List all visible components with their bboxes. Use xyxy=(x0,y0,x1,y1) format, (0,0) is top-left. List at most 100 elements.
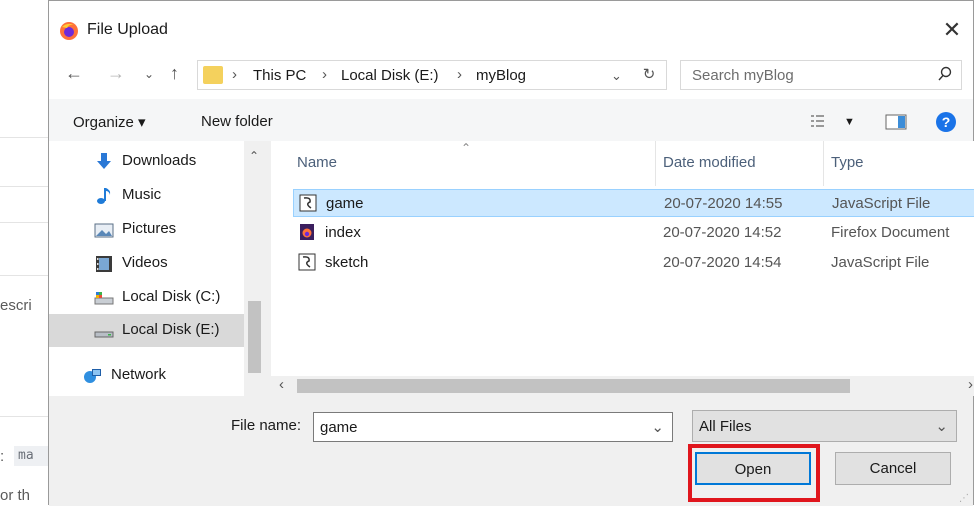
breadcrumb-myblog[interactable]: myBlog xyxy=(476,67,526,84)
download-icon xyxy=(97,153,111,169)
music-icon xyxy=(97,188,111,204)
chevron-right-icon: › xyxy=(457,66,462,83)
breadcrumb-this-pc[interactable]: This PC xyxy=(253,67,306,84)
sidebar-item-label: Music xyxy=(122,186,162,203)
sort-ascending-icon: ⌃ xyxy=(461,141,472,155)
firefox-icon xyxy=(60,22,78,40)
toolbar: Organize ▾ New folder ▼ ? xyxy=(49,99,973,141)
address-bar[interactable]: › This PC › Local Disk (E:) › myBlog ⌄ xyxy=(197,60,667,90)
chevron-right-icon: › xyxy=(232,66,237,83)
column-divider xyxy=(823,141,824,186)
file-name: index xyxy=(325,224,361,241)
bg-divider xyxy=(0,275,48,276)
javascript-file-icon xyxy=(298,253,316,271)
sidebar-item-label: Downloads xyxy=(122,152,197,169)
drive-icon xyxy=(94,331,114,338)
file-type: JavaScript File xyxy=(831,254,930,271)
file-date: 20-07-2020 14:55 xyxy=(664,195,783,212)
network-icon xyxy=(84,369,101,383)
bg-text: or th xyxy=(0,487,31,504)
breadcrumb-local-disk-e[interactable]: Local Disk (E:) xyxy=(341,67,439,84)
back-arrow-icon[interactable]: ← xyxy=(65,63,83,84)
bg-divider xyxy=(0,186,48,187)
drive-icon xyxy=(94,292,114,305)
sidebar-item-local-disk-e[interactable]: Local Disk (E:) xyxy=(49,314,244,347)
pictures-icon xyxy=(94,223,114,238)
file-row-game[interactable]: game 20-07-2020 14:55 JavaScript File xyxy=(293,189,974,217)
sidebar-item-downloads[interactable]: Downloads xyxy=(49,145,244,178)
chevron-right-icon: › xyxy=(322,66,327,83)
view-dropdown-icon[interactable]: ▼ xyxy=(844,116,855,128)
sidebar-item-label: Local Disk (C:) xyxy=(122,288,221,305)
column-divider xyxy=(655,141,656,186)
firefox-document-icon xyxy=(300,224,314,240)
bg-divider xyxy=(0,137,48,138)
videos-icon xyxy=(96,256,112,272)
file-date: 20-07-2020 14:54 xyxy=(663,254,782,271)
search-box[interactable]: Search myBlog xyxy=(680,60,962,90)
bg-divider xyxy=(0,222,48,223)
file-type-filter[interactable]: All Files ⌄ xyxy=(692,410,957,442)
javascript-file-icon xyxy=(299,194,317,212)
resize-grip-icon[interactable]: ⋰ xyxy=(959,493,969,504)
scroll-left-icon[interactable]: ‹ xyxy=(279,376,284,393)
sidebar-item-label: Network xyxy=(111,366,167,383)
bg-text: escri xyxy=(0,297,32,314)
bg-text: : xyxy=(0,448,5,465)
up-arrow-icon[interactable]: ↑ xyxy=(170,63,179,84)
bg-code: ma xyxy=(14,446,50,466)
sidebar-item-label: Pictures xyxy=(122,220,177,237)
forward-arrow-icon[interactable]: → xyxy=(107,63,125,84)
chevron-down-icon[interactable]: ⌄ xyxy=(935,417,948,435)
file-name-label: File name: xyxy=(231,417,302,434)
sidebar-item-network[interactable]: Network xyxy=(49,359,244,392)
column-header-date-modified[interactable]: Date modified xyxy=(663,154,756,171)
scroll-right-icon[interactable]: › xyxy=(968,376,973,393)
file-type: Firefox Document xyxy=(831,224,950,241)
sidebar-item-videos[interactable]: Videos xyxy=(49,247,244,280)
file-name-value[interactable]: game xyxy=(320,419,358,436)
search-icon[interactable] xyxy=(937,66,953,82)
file-list: ⌃ Name Date modified Type game 20-07-202… xyxy=(271,141,974,396)
view-options-icon[interactable] xyxy=(810,113,830,129)
sidebar-item-label: Local Disk (E:) xyxy=(122,321,220,338)
column-header-name[interactable]: Name xyxy=(297,154,337,171)
file-row-sketch[interactable]: sketch 20-07-2020 14:54 JavaScript File xyxy=(293,249,974,277)
address-dropdown-icon[interactable]: ⌄ xyxy=(611,68,622,84)
file-name: sketch xyxy=(325,254,369,271)
sidebar-item-local-disk-c[interactable]: Local Disk (C:) xyxy=(49,281,244,314)
search-input[interactable]: Search myBlog xyxy=(692,67,794,84)
title-bar: File Upload ✕ xyxy=(49,1,973,51)
scrollbar-thumb[interactable] xyxy=(248,301,261,373)
file-date: 20-07-2020 14:52 xyxy=(663,224,782,241)
scrollbar-thumb[interactable] xyxy=(297,379,850,393)
navigation-scrollbar[interactable]: ⌃ ⌄ xyxy=(244,141,264,396)
cancel-button[interactable]: Cancel xyxy=(835,452,951,485)
file-row-index[interactable]: index 20-07-2020 14:52 Firefox Document xyxy=(293,219,974,247)
sidebar-item-label: Videos xyxy=(122,254,168,271)
sidebar-item-pictures[interactable]: Pictures xyxy=(49,213,244,246)
dialog-title: File Upload xyxy=(87,21,168,38)
file-name: game xyxy=(326,195,364,212)
preview-pane-icon[interactable] xyxy=(885,114,907,130)
navigation-bar: ← → ⌄ ↑ › This PC › Local Disk (E:) › my… xyxy=(49,51,973,99)
recent-locations-chevron-icon[interactable]: ⌄ xyxy=(144,67,154,81)
file-name-input[interactable]: game ⌄ xyxy=(313,412,673,442)
organize-menu[interactable]: Organize ▾ xyxy=(73,113,146,131)
file-type-filter-value[interactable]: All Files xyxy=(699,418,752,435)
chevron-down-icon[interactable]: ⌄ xyxy=(651,418,664,436)
file-list-scrollbar[interactable]: ‹ › xyxy=(244,376,974,396)
folder-icon xyxy=(203,66,223,84)
scroll-up-icon[interactable]: ⌃ xyxy=(244,149,264,163)
file-upload-dialog: File Upload ✕ ← → ⌄ ↑ › This PC › Local … xyxy=(48,0,974,506)
refresh-icon[interactable]: ↻ xyxy=(638,60,660,90)
close-button[interactable]: ✕ xyxy=(937,15,967,45)
column-header-type[interactable]: Type xyxy=(831,154,864,171)
help-icon[interactable]: ? xyxy=(936,112,956,132)
new-folder-button[interactable]: New folder xyxy=(201,113,273,130)
file-type: JavaScript File xyxy=(832,195,931,212)
navigation-pane: Downloads Music Pictures Videos Local Di… xyxy=(49,141,244,396)
dialog-footer: File name: game ⌄ All Files ⌄ Open Cance… xyxy=(49,396,973,506)
highlight-box xyxy=(688,444,820,502)
sidebar-item-music[interactable]: Music xyxy=(49,179,244,212)
